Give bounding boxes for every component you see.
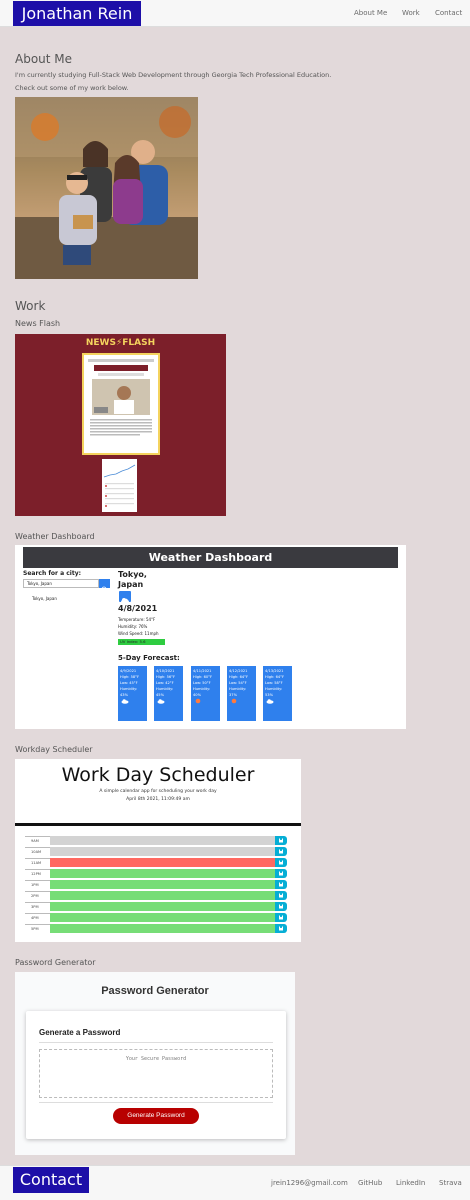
cloud-icon (157, 699, 165, 704)
forecast-card: 4/12/2021 High: 64°F Low: 54°F Humidity: 37% (227, 666, 256, 721)
save-icon (275, 891, 287, 900)
hour-label: 3PM (25, 902, 50, 911)
time-block-row: 10AM (25, 847, 287, 856)
event-textarea (50, 836, 275, 845)
event-textarea (50, 858, 275, 867)
footer-email-link[interactable]: jrein1296@gmail.com (271, 1166, 348, 1200)
about-text: I'm currently studying Full-Stack Web De… (15, 71, 332, 79)
search-button (99, 579, 110, 593)
current-city: Tokyo, (118, 570, 147, 579)
scheduler-subtitle: A simple calendar app for scheduling you… (99, 789, 217, 794)
save-icon (275, 880, 287, 889)
news-flash-banner: NEWS⚡FLASH (85, 338, 156, 348)
news-chart-preview (102, 459, 137, 512)
current-wind: Wind Speed: 11mph (118, 631, 159, 636)
current-date: 4/8/2021 (118, 604, 158, 613)
footer-strava-link[interactable]: Strava (439, 1166, 462, 1200)
uv-index-badge: UV Index: 5.6 (118, 639, 165, 645)
time-block-row: 5PM (25, 924, 287, 933)
cloud-icon (121, 699, 129, 704)
time-block-row: 2PM (25, 891, 287, 900)
current-country: Japan (118, 580, 144, 589)
time-block-row: 4PM (25, 913, 287, 922)
top-navbar: Jonathan Rein About Me Work Contact (0, 0, 470, 27)
search-icon (101, 586, 108, 593)
weather-cloud-icon (119, 591, 131, 604)
workday-scheduler-label: Workday Scheduler (15, 745, 93, 754)
forecast-card: 4/11/2021 High: 60°F Low: 50°F Humidity: 40% (191, 666, 220, 721)
work-title: Work (15, 299, 46, 313)
footer-contact-title: Contact (13, 1167, 89, 1193)
current-humidity: Humidity: 76% (118, 624, 148, 629)
event-textarea (50, 847, 275, 856)
footer-linkedin-link[interactable]: LinkedIn (396, 1166, 425, 1200)
hour-label: 2PM (25, 891, 50, 900)
family-photo (15, 97, 198, 279)
time-block-row: 12PM (25, 869, 287, 878)
hour-label: 10AM (25, 847, 50, 856)
hour-label: 1PM (25, 880, 50, 889)
save-icon (275, 836, 287, 845)
save-icon (275, 858, 287, 867)
event-textarea (50, 891, 275, 900)
footer-github-link[interactable]: GitHub (358, 1166, 382, 1200)
save-icon (275, 902, 287, 911)
footer: Contact jrein1296@gmail.com GitHub Linke… (0, 1165, 470, 1200)
card-divider (39, 1042, 273, 1043)
search-history-item: Tokyo, Japan (32, 596, 57, 601)
password-output: Your Secure Password (39, 1049, 273, 1098)
card-divider (39, 1102, 273, 1103)
password-title: Password Generator (101, 985, 209, 997)
nav-about-me[interactable]: About Me (354, 0, 387, 27)
scheduler-title: Work Day Scheduler (61, 764, 255, 786)
current-temperature: Temperature: 54°F (118, 617, 156, 622)
event-textarea (50, 880, 275, 889)
search-label: Search for a city: (23, 570, 82, 577)
weather-dashboard-screenshot[interactable]: Weather Dashboard Search for a city: Tok… (15, 545, 406, 729)
time-block-row: 11AM (25, 858, 287, 867)
scheduler-datetime: April 8th 2021, 11:09:49 am (126, 797, 190, 802)
news-article-preview (82, 353, 160, 455)
save-icon (275, 869, 287, 878)
sun-icon (231, 698, 237, 704)
generate-password-button: Generate Password (113, 1108, 199, 1124)
event-textarea (50, 924, 275, 933)
forecast-card: 4/9/2021 High: 58°F Low: 45°F Humidity: 43% (118, 666, 147, 721)
hour-label: 11AM (25, 858, 50, 867)
password-card: Generate a Password Your Secure Password… (26, 1011, 286, 1139)
hour-label: 5PM (25, 924, 50, 933)
scheduler-divider (15, 823, 301, 826)
forecast-card: 4/13/2021 High: 64°F Low: 58°F Humidity: 53% (263, 666, 292, 721)
time-block-row: 1PM (25, 880, 287, 889)
save-icon (275, 913, 287, 922)
hour-label: 12PM (25, 869, 50, 878)
event-textarea (50, 913, 275, 922)
about-subtext: Check out some of my work below. (15, 84, 129, 92)
weather-dashboard-label: Weather Dashboard (15, 532, 95, 541)
hour-label: 9AM (25, 836, 50, 845)
nav-contact[interactable]: Contact (435, 0, 462, 27)
news-flash-screenshot[interactable]: NEWS⚡FLASH (15, 334, 226, 516)
news-flash-label: News Flash (15, 319, 61, 328)
cloud-icon (266, 699, 274, 704)
weather-header: Weather Dashboard (23, 547, 398, 568)
save-icon (275, 924, 287, 933)
hour-label: 4PM (25, 913, 50, 922)
brand-logo[interactable]: Jonathan Rein (13, 1, 141, 26)
forecast-title: 5-Day Forecast: (118, 654, 180, 662)
event-textarea (50, 902, 275, 911)
time-block-row: 3PM (25, 902, 287, 911)
password-generator-screenshot[interactable]: Password Generator Generate a Password Y… (15, 972, 295, 1155)
event-textarea (50, 869, 275, 878)
sun-icon (195, 698, 201, 704)
password-generator-label: Password Generator (15, 958, 96, 967)
time-block-row: 9AM (25, 836, 287, 845)
nav-work[interactable]: Work (402, 0, 420, 27)
workday-scheduler-screenshot[interactable]: Work Day Scheduler A simple calendar app… (15, 759, 301, 942)
forecast-card: 4/10/2021 High: 56°F Low: 42°F Humidity: 45% (154, 666, 183, 721)
save-icon (275, 847, 287, 856)
city-search-input: Tokyo, Japan (23, 579, 99, 588)
about-title: About Me (15, 52, 73, 66)
password-card-title: Generate a Password (39, 1028, 121, 1037)
